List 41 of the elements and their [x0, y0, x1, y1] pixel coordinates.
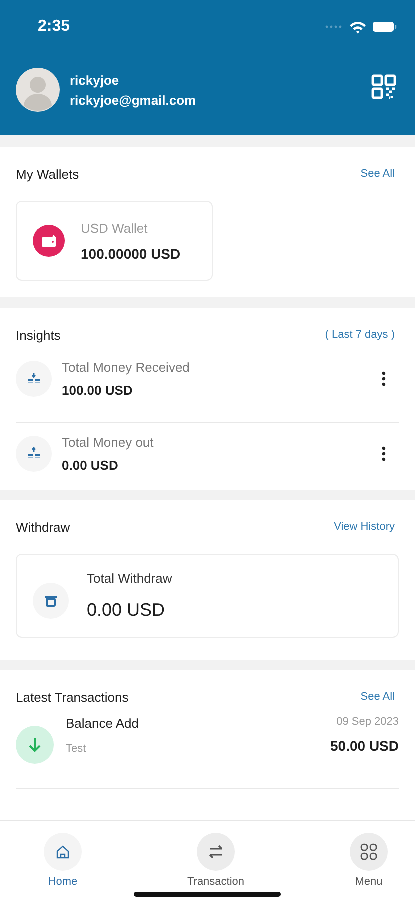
signal-icon: [325, 24, 343, 30]
user-name: rickyjoe: [70, 72, 120, 88]
nav-tab[interactable]: Transaction: [187, 833, 245, 900]
wallet-name: USD Wallet: [81, 220, 149, 236]
withdraw-label: Total Withdraw: [87, 571, 172, 586]
nav-tab[interactable]: Home: [44, 833, 82, 900]
transaction-title: Balance Add: [66, 716, 140, 731]
status-time: 2:35: [38, 18, 70, 36]
see-all-link[interactable]: See All: [360, 168, 395, 180]
section-title: My Wallets: [16, 166, 80, 182]
wallet-balance: 100.00000 USD: [81, 246, 181, 262]
see-all-link[interactable]: See All: [360, 691, 395, 703]
transaction-note: Test: [66, 743, 88, 755]
section-title: Insights: [16, 328, 61, 342]
user-email: rickyjoe@gmail.com: [70, 92, 198, 108]
wifi-icon: [349, 20, 367, 34]
withdraw-amount: 0.00 USD: [87, 600, 166, 621]
qr-code-icon[interactable]: [371, 74, 397, 100]
arrow-down-icon: [16, 726, 54, 764]
insight-amount: 0.00 USD: [62, 458, 120, 473]
section-title: Withdraw: [16, 520, 70, 534]
nav-tab[interactable]: Menu: [350, 833, 388, 900]
atm-icon: [33, 583, 69, 619]
more-icon[interactable]: [381, 371, 387, 387]
home-icon: [44, 833, 82, 871]
avatar-icon: [16, 68, 60, 112]
transaction-date: 09 Sep 2023: [336, 716, 399, 728]
insight-label: Total Money out: [62, 435, 155, 450]
transaction-amount: 50.00 USD: [330, 738, 399, 754]
period-link[interactable]: ( Last 7 days ): [325, 329, 395, 341]
money-in-icon: [16, 361, 52, 397]
swap-arrows-icon: [197, 833, 235, 871]
more-icon[interactable]: [381, 446, 387, 462]
section-title: Latest Transactions: [16, 690, 129, 704]
insight-label: Total Money Received: [62, 360, 191, 375]
view-history-link[interactable]: View History: [334, 521, 395, 533]
battery-icon: [373, 21, 397, 33]
insight-amount: 100.00 USD: [62, 383, 134, 398]
grid-icon: [350, 833, 388, 871]
money-out-icon: [16, 436, 52, 472]
wallet-card[interactable]: USD Wallet 100.00000 USD: [16, 201, 213, 281]
